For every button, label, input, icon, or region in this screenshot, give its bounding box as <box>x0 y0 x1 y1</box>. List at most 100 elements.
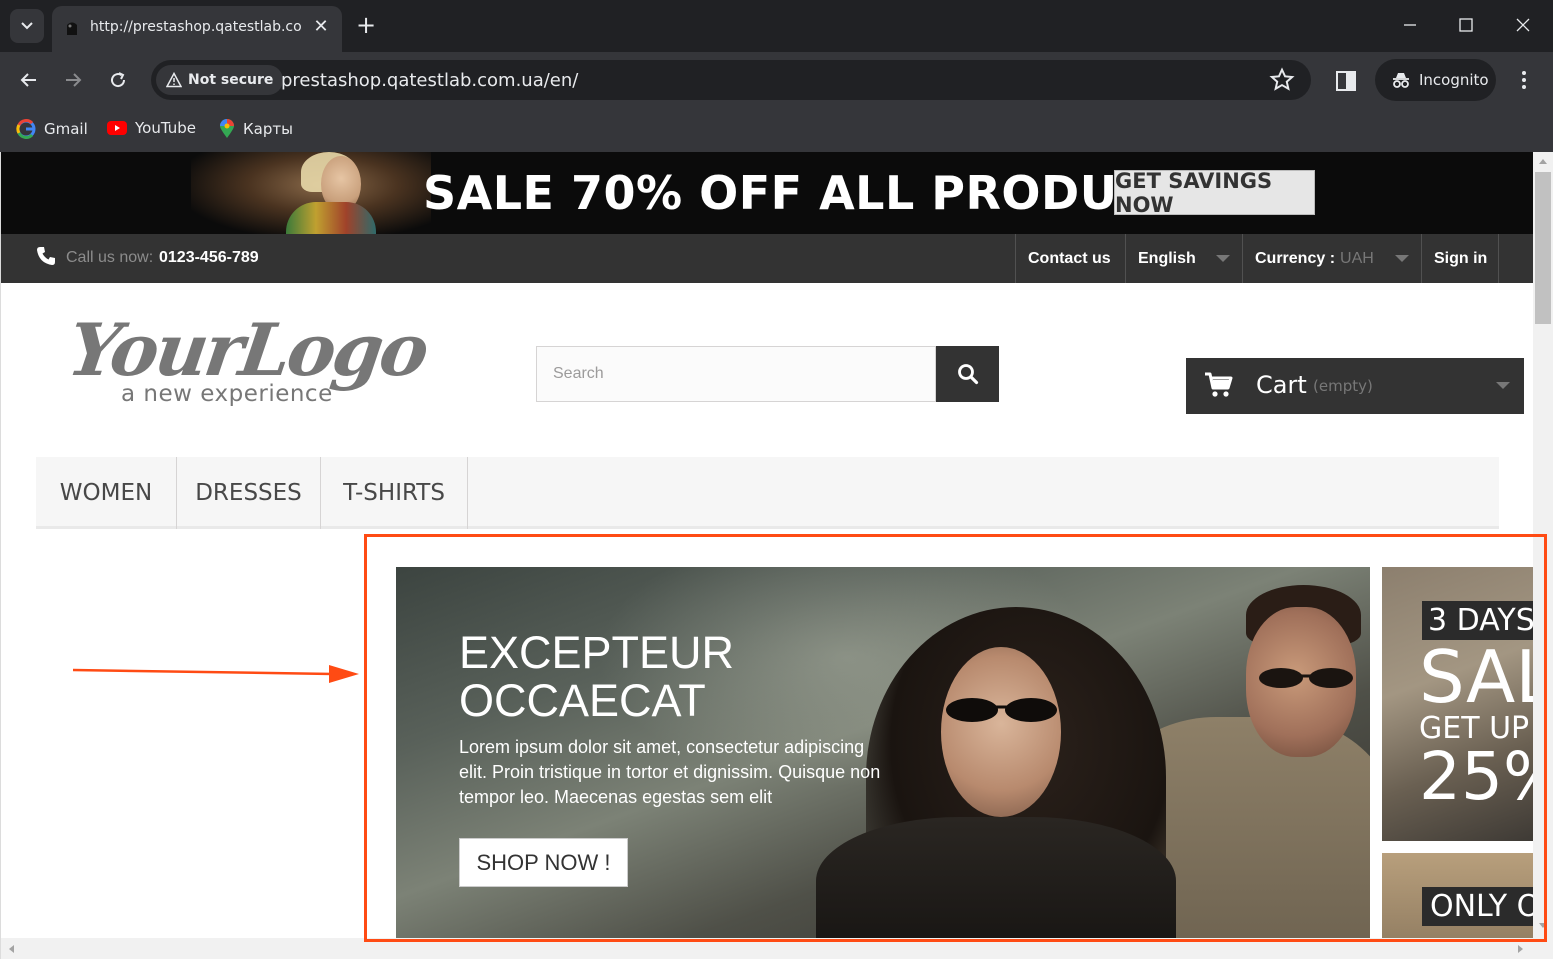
profile-label: Incognito <box>1419 71 1489 89</box>
scroll-left-arrow-icon[interactable] <box>7 944 15 954</box>
tab-search-button[interactable] <box>10 9 44 43</box>
call-us-label: Call us now: <box>66 249 154 266</box>
close-window-button[interactable] <box>1508 10 1538 40</box>
bookmark-youtube[interactable]: YouTube <box>107 119 196 137</box>
slide-woman-face <box>941 647 1061 817</box>
bookmarks-bar: Gmail YouTube Карты <box>0 108 1553 152</box>
site-logo[interactable]: YourLogo a new experience <box>63 307 431 417</box>
chevron-down-icon <box>1496 382 1510 389</box>
sign-in-link[interactable]: Sign in <box>1421 234 1499 283</box>
more-menu-icon[interactable] <box>1512 68 1536 92</box>
scroll-right-arrow-icon[interactable] <box>1517 944 1525 954</box>
browser-toolbar: Not secure prestashop.qatestlab.com.ua/e… <box>0 52 1553 108</box>
reload-button[interactable] <box>102 64 134 96</box>
warning-icon <box>166 72 182 88</box>
forward-button[interactable] <box>57 64 89 96</box>
url-text[interactable]: prestashop.qatestlab.com.ua/en/ <box>281 70 578 91</box>
menu-item-t-shirts[interactable]: T-SHIRTS <box>321 457 468 529</box>
get-savings-button[interactable]: GET SAVINGS NOW <box>1114 169 1315 217</box>
side-banner-tag: ONLY ON <box>1422 887 1533 926</box>
promo-model-dress <box>286 202 376 234</box>
vertical-scrollbar[interactable] <box>1533 152 1553 959</box>
search-icon <box>957 364 978 385</box>
homepage-slider[interactable]: EXCEPTEUR OCCAECAT Lorem ipsum dolor sit… <box>396 567 1370 947</box>
security-chip[interactable]: Not secure <box>156 65 284 95</box>
vertical-scroll-thumb[interactable] <box>1535 172 1551 324</box>
menu-item-women[interactable]: WOMEN <box>36 457 177 529</box>
side-panel-icon[interactable] <box>1334 69 1358 93</box>
slide-title-line: EXCEPTEUR <box>459 627 735 678</box>
slide-description: Lorem ipsum dolor sit amet, consectetur … <box>459 737 881 807</box>
tab-close-button[interactable]: ✕ <box>310 16 332 38</box>
contact-us-label: Contact us <box>1028 249 1111 267</box>
contact-us-link[interactable]: Contact us <box>1015 234 1126 283</box>
header-nav: Call us now: 0123-456-789 Contact us Eng… <box>1 234 1533 283</box>
web-page: SALE 70% OFF ALL PRODUCTS GET SAVINGS NO… <box>0 152 1553 959</box>
currency-label: Currency : <box>1255 249 1336 267</box>
menu-label: T-SHIRTS <box>343 480 445 506</box>
cart-status: (empty) <box>1313 377 1373 395</box>
minimize-button[interactable] <box>1395 10 1425 40</box>
logo-tagline: a new experience <box>121 381 333 407</box>
slide-title-line: OCCAECAT <box>459 675 706 726</box>
bookmark-maps[interactable]: Карты <box>219 119 293 139</box>
search-input[interactable]: Search <box>536 346 936 402</box>
tab-title: http://prestashop.qatestlab.com <box>90 19 302 35</box>
promo-banner[interactable]: SALE 70% OFF ALL PRODUCTS GET SAVINGS NO… <box>1 152 1533 234</box>
back-button[interactable] <box>13 64 45 96</box>
reload-icon <box>111 72 126 88</box>
new-tab-button[interactable]: + <box>352 12 380 40</box>
promo-headline: SALE 70% OFF ALL PRODUCTS <box>423 166 1218 220</box>
bookmark-gmail[interactable]: Gmail <box>16 119 88 139</box>
side-banner-sale[interactable]: 3 DAYS SALE GET UP TO 25% <box>1382 567 1533 841</box>
phone-number: 0123-456-789 <box>159 249 259 266</box>
maximize-button[interactable] <box>1451 10 1481 40</box>
chevron-down-icon <box>21 22 33 30</box>
search-button[interactable] <box>936 346 999 402</box>
shopping-cart-icon <box>1205 372 1233 397</box>
browser-tab-bar: http://prestashop.qatestlab.com ✕ + <box>0 0 1553 52</box>
search-placeholder: Search <box>553 365 604 382</box>
close-icon <box>1516 18 1530 32</box>
bookmark-label: Карты <box>243 120 293 138</box>
menu-label: DRESSES <box>195 480 302 506</box>
scroll-down-arrow-icon[interactable] <box>1538 922 1548 930</box>
horizontal-scrollbar[interactable] <box>1 938 1533 959</box>
annotation-arrow-icon <box>72 665 359 683</box>
language-label: English <box>1138 249 1196 267</box>
arrow-right-icon <box>66 73 82 87</box>
shop-now-button[interactable]: SHOP NOW ! <box>459 838 628 887</box>
arrow-left-icon <box>20 73 36 87</box>
incognito-profile-button[interactable]: Incognito <box>1375 59 1496 101</box>
language-selector[interactable]: English <box>1125 234 1243 283</box>
logo-wordmark: YourLogo <box>63 307 432 392</box>
browser-tab[interactable]: http://prestashop.qatestlab.com ✕ <box>52 6 342 52</box>
currency-value: UAH <box>1340 249 1374 267</box>
scroll-up-arrow-icon[interactable] <box>1538 157 1548 165</box>
main-menu: WOMEN DRESSES T-SHIRTS <box>36 457 1499 529</box>
incognito-icon <box>1393 73 1409 88</box>
sunglasses-icon <box>946 698 1057 722</box>
maps-pin-icon <box>220 119 234 138</box>
chevron-down-icon <box>1395 255 1409 262</box>
sunglasses-icon <box>1259 668 1353 688</box>
cart-label: Cart <box>1256 371 1307 399</box>
phone-icon <box>37 247 55 265</box>
maximize-icon <box>1459 18 1473 32</box>
address-bar[interactable]: Not secure prestashop.qatestlab.com.ua/e… <box>151 60 1311 100</box>
site-favicon-icon <box>67 22 77 35</box>
slide-woman-jacket <box>816 817 1176 947</box>
side-banner-percent: 25% <box>1419 738 1533 815</box>
menu-item-dresses[interactable]: DRESSES <box>177 457 321 529</box>
youtube-icon <box>107 121 127 135</box>
chevron-down-icon <box>1216 255 1230 262</box>
minimize-icon <box>1404 24 1416 26</box>
slide-title: EXCEPTEUR OCCAECAT <box>459 629 734 725</box>
cart-button[interactable]: Cart (empty) <box>1186 358 1524 414</box>
security-label: Not secure <box>188 72 274 88</box>
google-icon <box>16 119 36 139</box>
currency-selector[interactable]: Currency : UAH <box>1242 234 1422 283</box>
bookmark-star-icon[interactable] <box>1269 67 1295 93</box>
side-banner-headline: SALE <box>1419 635 1533 719</box>
bookmark-label: Gmail <box>44 120 88 138</box>
